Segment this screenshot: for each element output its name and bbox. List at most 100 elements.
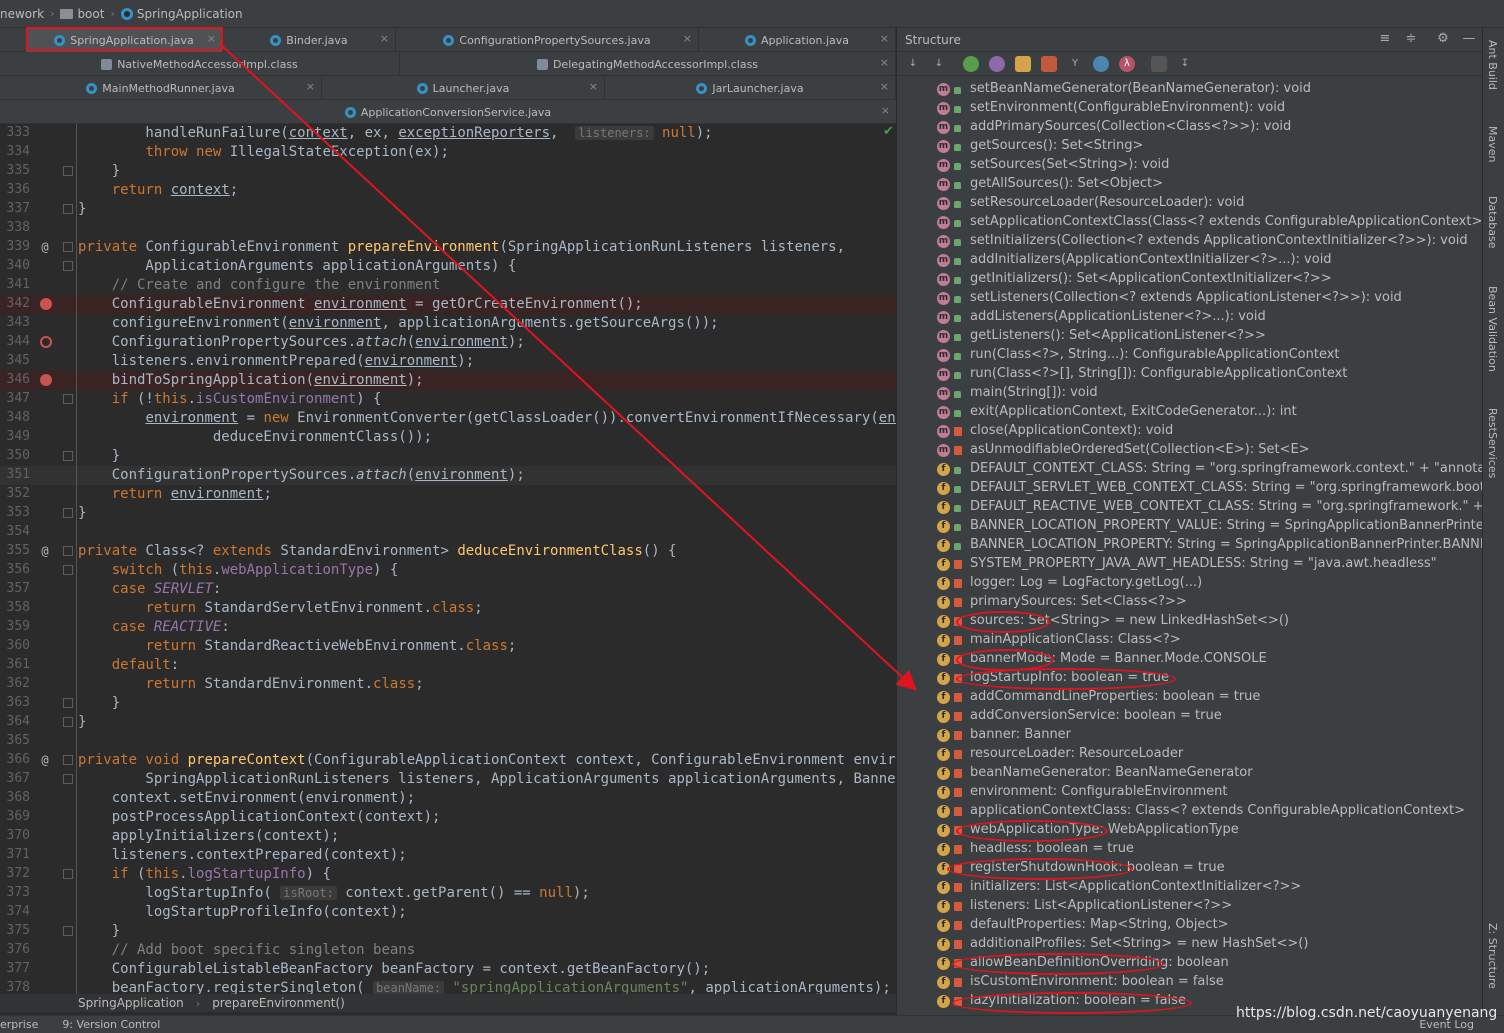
line-number[interactable]: 350 <box>0 448 30 463</box>
fold-icon[interactable] <box>63 451 73 461</box>
code-line[interactable]: 378 beanFactory.registerSingleton( beanN… <box>0 979 896 994</box>
code-text[interactable]: // Create and configure the environment <box>78 276 441 295</box>
code-text[interactable]: environment = new EnvironmentConverter(g… <box>78 409 896 428</box>
close-icon[interactable]: × <box>881 104 890 117</box>
line-number[interactable]: 370 <box>0 828 30 843</box>
code-line[interactable]: 334 throw new IllegalStateException(ex); <box>0 143 896 162</box>
code-line[interactable]: 346 bindToSpringApplication(environment)… <box>0 371 896 390</box>
field-item[interactable]: f SYSTEM_PROPERTY_JAVA_AWT_HEADLESS: Stri… <box>897 555 1482 574</box>
code-text[interactable]: switch (this.webApplicationType) { <box>78 561 399 580</box>
method-item[interactable]: m getSources(): Set<String> <box>897 137 1482 156</box>
close-icon[interactable]: × <box>380 32 389 45</box>
code-text[interactable]: } <box>78 447 120 466</box>
tab-binder-java[interactable]: Binder.java × <box>223 28 396 52</box>
tab-delegating-method-accessor-impl-class[interactable]: DelegatingMethodAccessorImpl.class × <box>400 52 896 76</box>
close-icon[interactable]: × <box>880 32 889 45</box>
method-item[interactable]: m run(Class<?>[], String[]): Configurable… <box>897 365 1482 384</box>
line-number[interactable]: 355 <box>0 543 30 558</box>
field-item[interactable]: f defaultProperties: Map<String, Object> <box>897 916 1482 935</box>
code-text[interactable]: SpringApplicationRunListeners listeners,… <box>78 770 896 789</box>
code-line[interactable]: 372 if (this.logStartupInfo) { <box>0 865 896 884</box>
minimize-icon[interactable]: — <box>1461 31 1477 47</box>
code-text[interactable]: configureEnvironment(environment, applic… <box>78 314 719 333</box>
line-number[interactable]: 354 <box>0 524 30 539</box>
line-number[interactable]: 344 <box>0 334 30 349</box>
method-item[interactable]: m addInitializers(ApplicationContextIniti… <box>897 251 1482 270</box>
show-lambdas-icon[interactable]: Y <box>1067 56 1083 72</box>
field-item[interactable]: f beanNameGenerator: BeanNameGenerator <box>897 764 1482 783</box>
code-text[interactable]: case SERVLET: <box>78 580 222 599</box>
code-text[interactable]: return StandardEnvironment.class; <box>78 675 423 694</box>
line-number[interactable]: 353 <box>0 505 30 520</box>
field-item[interactable]: f addConversionService: boolean = true <box>897 707 1482 726</box>
breadcrumb-spring-application[interactable]: SpringApplication <box>120 7 243 21</box>
code-line[interactable]: 368 context.setEnvironment(environment); <box>0 789 896 808</box>
fold-icon[interactable] <box>63 717 73 727</box>
code-line[interactable]: 357 case SERVLET: <box>0 580 896 599</box>
show-non-public-icon[interactable] <box>1041 56 1057 72</box>
line-number[interactable]: 338 <box>0 220 30 235</box>
line-number[interactable]: 364 <box>0 714 30 729</box>
method-item[interactable]: m setApplicationContextClass(Class<? exte… <box>897 213 1482 232</box>
fold-icon[interactable] <box>63 755 73 765</box>
field-item[interactable]: f isCustomEnvironment: boolean = false <box>897 973 1482 992</box>
code-line[interactable]: 353} <box>0 504 896 523</box>
close-icon[interactable]: × <box>589 80 598 93</box>
override-marker-icon[interactable]: @ <box>38 753 52 767</box>
code-line[interactable]: 349 deduceEnvironmentClass()); <box>0 428 896 447</box>
breakpoint-icon[interactable] <box>40 298 52 310</box>
code-text[interactable]: throw new IllegalStateException(ex); <box>78 143 448 162</box>
show-fields-icon[interactable] <box>1015 56 1031 72</box>
line-number[interactable]: 359 <box>0 619 30 634</box>
line-number[interactable]: 339 <box>0 239 30 254</box>
override-marker-icon[interactable]: @ <box>38 240 52 254</box>
rest-services-tab[interactable]: RestServices <box>1486 408 1499 478</box>
code-line[interactable]: 375 } <box>0 922 896 941</box>
line-number[interactable]: 360 <box>0 638 30 653</box>
line-number[interactable]: 347 <box>0 391 30 406</box>
field-item[interactable]: f listeners: List<ApplicationListener<?>> <box>897 897 1482 916</box>
code-text[interactable]: return StandardServletEnvironment.class; <box>78 599 482 618</box>
ant-build-tab[interactable]: Ant Build <box>1486 40 1499 90</box>
method-item[interactable]: m getListeners(): Set<ApplicationListener… <box>897 327 1482 346</box>
breakpoint-icon[interactable] <box>40 336 52 348</box>
method-item[interactable]: m setListeners(Collection<? extends Appli… <box>897 289 1482 308</box>
lambda-icon[interactable]: λ <box>1119 56 1135 72</box>
close-icon[interactable]: × <box>306 80 315 93</box>
breakpoint-icon[interactable] <box>40 374 52 386</box>
line-number[interactable]: 363 <box>0 695 30 710</box>
show-inherited-icon[interactable] <box>963 56 979 72</box>
line-number[interactable]: 376 <box>0 942 30 957</box>
method-item[interactable]: m setResourceLoader(ResourceLoader): void <box>897 194 1482 213</box>
code-text[interactable]: private Class<? extends StandardEnvironm… <box>78 542 676 561</box>
code-text[interactable]: ConfigurableEnvironment environment = ge… <box>78 295 643 314</box>
line-number[interactable]: 349 <box>0 429 30 444</box>
line-number[interactable]: 352 <box>0 486 30 501</box>
field-item[interactable]: f additionalProfiles: Set<String> = new H… <box>897 935 1482 954</box>
line-number[interactable]: 356 <box>0 562 30 577</box>
autoscroll-from-source-icon[interactable]: ↧ <box>1177 56 1193 72</box>
collapse-all-icon[interactable]: ≑ <box>1403 31 1419 47</box>
code-text[interactable]: default: <box>78 656 179 675</box>
line-number[interactable]: 367 <box>0 771 30 786</box>
override-marker-icon[interactable]: @ <box>38 544 52 558</box>
code-line[interactable]: 376 // Add boot specific singleton beans <box>0 941 896 960</box>
tab-jar-launcher-java[interactable]: JarLauncher.java × <box>605 76 896 100</box>
code-line[interactable]: 342 ConfigurableEnvironment environment … <box>0 295 896 314</box>
show-properties-icon[interactable] <box>989 56 1005 72</box>
fold-icon[interactable] <box>63 508 73 518</box>
code-text[interactable]: } <box>78 504 86 523</box>
code-text[interactable]: ConfigurationPropertySources.attach(envi… <box>78 466 525 485</box>
code-text[interactable]: bindToSpringApplication(environment); <box>78 371 424 390</box>
fold-icon[interactable] <box>63 546 73 556</box>
line-number[interactable]: 365 <box>0 733 30 748</box>
editor-breadcrumb-method[interactable]: prepareEnvironment() <box>212 996 345 1010</box>
gear-icon[interactable]: ⚙ <box>1435 31 1451 47</box>
fold-icon[interactable] <box>63 394 73 404</box>
line-number[interactable]: 335 <box>0 163 30 178</box>
code-line[interactable]: 373 logStartupInfo( isRoot: context.getP… <box>0 884 896 903</box>
sort-alphabetically-icon[interactable]: ↓ <box>905 56 921 72</box>
line-number[interactable]: 343 <box>0 315 30 330</box>
line-number[interactable]: 346 <box>0 372 30 387</box>
field-item[interactable]: f resourceLoader: ResourceLoader <box>897 745 1482 764</box>
